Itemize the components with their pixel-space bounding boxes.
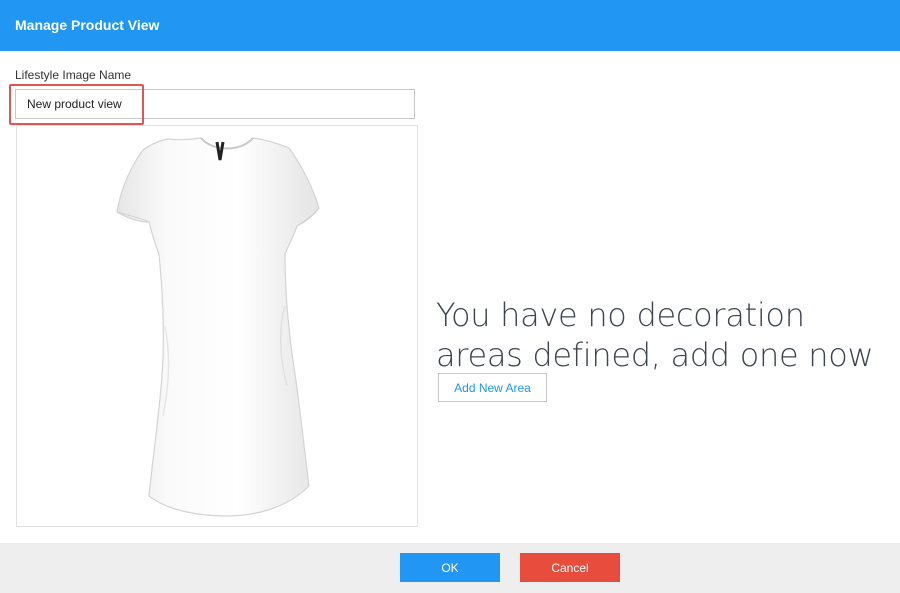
dialog-title: Manage Product View bbox=[15, 17, 160, 33]
dialog-header: Manage Product View bbox=[0, 0, 900, 51]
ok-button[interactable]: OK bbox=[400, 553, 500, 582]
cancel-button[interactable]: Cancel bbox=[520, 553, 620, 582]
image-name-label: Lifestyle Image Name bbox=[15, 68, 132, 82]
product-image-frame bbox=[16, 125, 418, 527]
add-new-area-button[interactable]: Add New Area bbox=[438, 373, 547, 402]
dialog-footer: OK Cancel bbox=[0, 543, 900, 593]
no-areas-message: You have no decoration areas defined, ad… bbox=[436, 296, 874, 374]
tshirt-dress-icon bbox=[116, 137, 320, 517]
image-name-input[interactable] bbox=[15, 89, 415, 119]
